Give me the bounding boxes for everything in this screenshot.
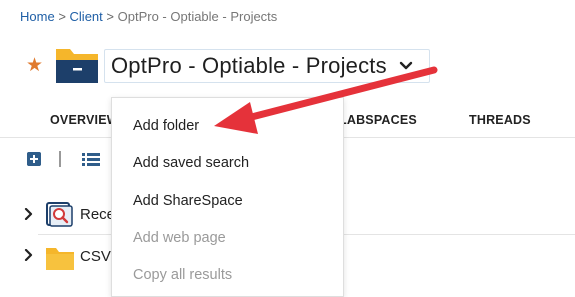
chevron-right-icon[interactable] bbox=[24, 208, 34, 220]
tab-threads[interactable]: THREADS bbox=[469, 113, 531, 127]
plus-square-icon[interactable] bbox=[27, 152, 41, 166]
tree-item-label[interactable]: CSV bbox=[80, 248, 111, 265]
folder-icon bbox=[56, 49, 98, 83]
folder-icon bbox=[46, 248, 74, 270]
menu-item-add-folder[interactable]: Add folder bbox=[133, 118, 199, 134]
tree-item-label[interactable]: Rece bbox=[80, 206, 115, 223]
annotation-arrow bbox=[214, 66, 438, 134]
menu-item-add-web-page: Add web page bbox=[133, 230, 226, 246]
breadcrumb-current: OptPro - Optiable - Projects bbox=[117, 9, 278, 24]
chevron-right-icon[interactable] bbox=[24, 249, 34, 261]
menu-item-copy-all-results: Copy all results bbox=[133, 267, 233, 283]
menu-item-add-saved-search[interactable]: Add saved search bbox=[133, 155, 249, 171]
breadcrumb-home-link[interactable]: Home bbox=[20, 9, 55, 24]
toolbar-divider bbox=[59, 151, 61, 167]
breadcrumb-client-link[interactable]: Client bbox=[70, 9, 103, 24]
breadcrumb-separator: > bbox=[58, 9, 66, 24]
menu-item-add-sharespace[interactable]: Add ShareSpace bbox=[133, 193, 243, 209]
tab-overview[interactable]: OVERVIEW bbox=[50, 113, 119, 127]
list-view-icon[interactable] bbox=[82, 152, 100, 166]
star-icon[interactable]: ★ bbox=[26, 56, 43, 75]
breadcrumb: Home > Client > OptPro - Optiable - Proj… bbox=[20, 9, 277, 24]
breadcrumb-separator: > bbox=[106, 9, 114, 24]
saved-search-icon bbox=[46, 202, 73, 227]
